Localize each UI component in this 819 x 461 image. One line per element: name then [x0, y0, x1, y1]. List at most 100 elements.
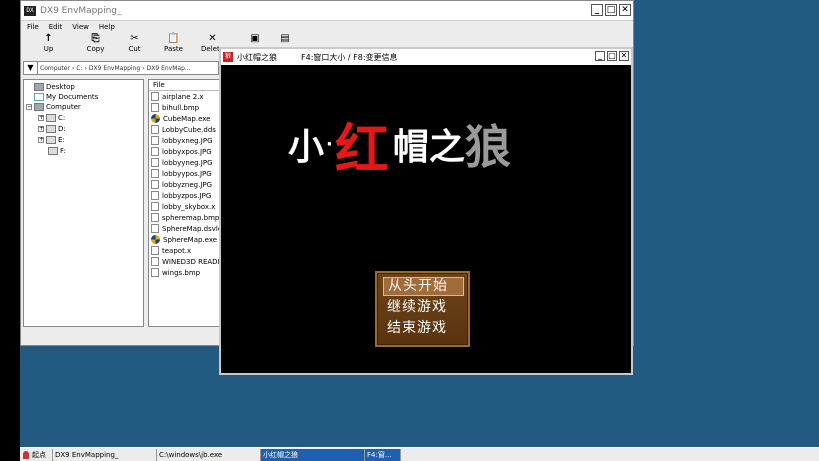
file-icon: [151, 202, 159, 211]
breadcrumb-folder[interactable]: DX9 EnvMapping: [87, 65, 142, 72]
file-name: lobbyzpos.JPG: [162, 191, 212, 200]
file-list-item[interactable]: lobbyxpos.JPG: [149, 146, 219, 157]
menu-file[interactable]: File: [27, 23, 39, 31]
file-icon: [151, 180, 159, 189]
file-list-item[interactable]: CubeMap.exe: [149, 113, 219, 124]
game-close-button[interactable]: ✕: [619, 51, 629, 61]
file-name: LobbyCube.dds: [162, 125, 216, 134]
file-name: airplane 2.x: [162, 92, 204, 101]
start-button[interactable]: 起点: [20, 448, 53, 461]
executable-icon: [151, 114, 160, 123]
start-icon: [23, 450, 29, 459]
collapse-icon[interactable]: −: [26, 104, 32, 110]
file-list-item[interactable]: WINED3D README: [149, 256, 219, 267]
breadcrumb-computer[interactable]: Computer: [38, 65, 72, 72]
start-label: 起点: [32, 450, 46, 459]
tree-label-drive-c: C:: [58, 114, 66, 122]
up-button[interactable]: ↑ Up: [29, 33, 68, 53]
expand-icon[interactable]: +: [38, 137, 44, 143]
file-name: lobbyypos.JPG: [162, 169, 212, 178]
file-name: bihull.bmp: [162, 103, 200, 112]
tree-item-drive-d[interactable]: + D:: [38, 124, 66, 134]
close-button[interactable]: ✕: [619, 4, 631, 16]
maximize-button[interactable]: □: [605, 4, 617, 16]
file-list-item[interactable]: LobbyCube.dds: [149, 124, 219, 135]
app-icon: DX: [24, 5, 36, 16]
tree-label-drive-e: E:: [58, 136, 65, 144]
cut-button[interactable]: ✂ Cut: [115, 33, 154, 53]
file-list-item[interactable]: SphereMap.dsvlc-c: [149, 223, 219, 234]
taskbar-item-game[interactable]: 小红帽之狼: [261, 448, 365, 461]
file-list-item[interactable]: lobby_skybox.x: [149, 201, 219, 212]
menu-edit[interactable]: Edit: [49, 23, 63, 31]
explorer-window-buttons: _ □ ✕: [591, 4, 631, 16]
delete-x-icon: ✕: [208, 33, 217, 44]
file-list-item[interactable]: airplane 2.x: [149, 91, 219, 102]
taskbar-item-explorer[interactable]: DX9 EnvMapping_: [53, 448, 157, 461]
game-titlebar[interactable]: 狼 小红帽之狼 F4:窗口大小 / F8:变更信息 _ □ ✕: [221, 49, 631, 65]
menu-option-new-game[interactable]: 从头开始: [383, 277, 464, 296]
file-name: WINED3D README: [162, 257, 219, 266]
file-column-header[interactable]: File: [149, 80, 219, 91]
taskbar-item-console[interactable]: C:\windows\jb.exe: [157, 448, 261, 461]
drive-icon: [46, 114, 56, 122]
file-list-item[interactable]: lobbyyneg.JPG: [149, 157, 219, 168]
properties-button[interactable]: ▤: [270, 33, 300, 45]
copy-label: Copy: [86, 45, 105, 53]
file-name: SphereMap.dsvlc-c: [162, 224, 219, 233]
tree-item-my-documents[interactable]: My Documents: [34, 92, 98, 102]
file-icon: [151, 191, 159, 200]
breadcrumb-subfolder[interactable]: DX9 EnvMap...: [145, 65, 193, 72]
taskbar-item-game-hint[interactable]: F4:窗...: [365, 448, 401, 461]
menu-view[interactable]: View: [72, 23, 89, 31]
file-name: lobbyzneg.JPG: [162, 180, 213, 189]
file-list-item[interactable]: lobbyzneg.JPG: [149, 179, 219, 190]
folder-tree: Desktop My Documents − Computer + C: + D…: [23, 79, 144, 327]
paste-label: Paste: [164, 45, 183, 53]
game-maximize-button[interactable]: □: [607, 51, 617, 61]
tree-item-desktop[interactable]: Desktop: [34, 82, 75, 92]
tree-item-drive-e[interactable]: + E:: [38, 135, 65, 145]
file-name: lobbyxpos.JPG: [162, 147, 212, 156]
new-folder-button[interactable]: ▣: [240, 33, 270, 45]
tree-item-computer[interactable]: − Computer: [26, 102, 81, 112]
file-name: spheremap.bmp: [162, 213, 219, 222]
file-list-item[interactable]: lobbyzpos.JPG: [149, 190, 219, 201]
file-list-item[interactable]: bihull.bmp: [149, 102, 219, 113]
file-list-item[interactable]: wings.bmp: [149, 267, 219, 278]
tree-item-drive-f[interactable]: F:: [48, 146, 66, 156]
menu-option-exit[interactable]: 结束游戏: [383, 319, 464, 338]
file-rows: airplane 2.x bihull.bmp CubeMap.exe LobbyCu…: [149, 91, 219, 278]
file-list-item[interactable]: lobbyxneg.JPG: [149, 135, 219, 146]
menu-option-continue[interactable]: 继续游戏: [383, 298, 464, 317]
minimize-button[interactable]: _: [591, 4, 603, 16]
tree-item-drive-c[interactable]: + C:: [38, 113, 65, 123]
file-icon: [151, 246, 159, 255]
game-canvas[interactable]: 小 · 红 帽 之 狼 从头开始 继续游戏 结束游戏: [221, 65, 631, 373]
explorer-titlebar[interactable]: DX DX9 EnvMapping_ _ □ ✕: [21, 1, 633, 21]
expand-icon[interactable]: +: [38, 115, 44, 121]
breadcrumb-c-drive[interactable]: C:: [74, 65, 84, 72]
menu-help[interactable]: Help: [99, 23, 115, 31]
file-list-item[interactable]: spheremap.bmp: [149, 212, 219, 223]
file-list-item[interactable]: lobbyypos.JPG: [149, 168, 219, 179]
paste-button[interactable]: 📋 Paste: [154, 33, 193, 53]
game-logo: 小 · 红 帽 之 狼: [288, 109, 548, 181]
tree-label-drive-f: F:: [60, 147, 66, 155]
expand-icon[interactable]: +: [38, 126, 44, 132]
file-list-item[interactable]: SphereMap.exe: [149, 234, 219, 245]
explorer-menubar: File Edit View Help: [21, 21, 633, 33]
file-list-item[interactable]: teapot.x: [149, 245, 219, 256]
address-dropdown-icon[interactable]: ▼: [24, 62, 38, 74]
desktop-icon: [34, 83, 44, 91]
game-title: 小红帽之狼: [237, 52, 277, 62]
game-minimize-button[interactable]: _: [595, 51, 605, 61]
logo-char: 小: [288, 127, 325, 168]
copy-button[interactable]: ⎘ Copy: [76, 33, 115, 53]
file-icon: [151, 213, 159, 222]
documents-icon: [34, 93, 44, 101]
cut-label: Cut: [128, 45, 141, 53]
file-name: lobbyxneg.JPG: [162, 136, 213, 145]
address-bar[interactable]: ▼ Computer › C: › DX9 EnvMapping › DX9 E…: [23, 61, 219, 75]
file-name: CubeMap.exe: [163, 114, 211, 123]
